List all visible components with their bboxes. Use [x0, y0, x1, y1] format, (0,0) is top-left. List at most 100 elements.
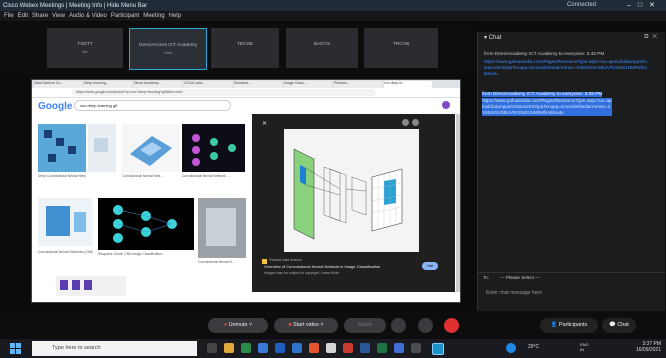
app-icon[interactable] [309, 343, 319, 353]
participants-button[interactable]: 👤 Participants [540, 318, 598, 333]
participant-tile-active[interactable]: DirectAccess ICT Academy Host [129, 28, 207, 70]
participant-tile[interactable]: TECSE [211, 28, 279, 68]
scrollbar[interactable] [456, 114, 460, 292]
result-thumbnail[interactable] [198, 198, 246, 258]
chat-sender-selected: from DirectAcademy ICT Academy to everyo… [482, 92, 603, 97]
browser-tab[interactable]: CCNA Labs... [184, 81, 232, 88]
menu-share[interactable]: Share [32, 13, 48, 19]
menu-meeting[interactable]: Meeting [143, 13, 164, 19]
windows-start-icon[interactable] [10, 343, 21, 354]
chat-message-link[interactable]: https://www.gafoasindia.com/Pages/Resour… [484, 59, 649, 77]
webex-app-icon[interactable] [432, 343, 444, 355]
app-icon[interactable] [241, 343, 251, 353]
participant-role: Host [163, 50, 173, 55]
result-thumbnail[interactable] [38, 198, 93, 246]
result-caption: Response Guide: CNN Image Classification… [98, 252, 165, 256]
task-view-icon[interactable] [207, 343, 217, 353]
google-header: Google cnn deep learning gif [32, 98, 460, 113]
result-thumbnail[interactable] [182, 124, 245, 172]
share-icon[interactable] [402, 119, 409, 126]
image-viewer-panel: ✕ Overview of Convolutional Neural Netwo… [252, 114, 455, 292]
google-logo[interactable]: Google [38, 101, 72, 112]
clock[interactable]: 3:37 PM 16/09/2021 [636, 341, 661, 353]
result-thumbnail[interactable] [38, 124, 86, 172]
app-icon[interactable] [224, 343, 234, 353]
chat-button[interactable]: 💬 Chat [602, 318, 636, 333]
menu-view[interactable]: View [52, 13, 65, 19]
app-icon[interactable] [360, 343, 370, 353]
app-icon[interactable] [377, 343, 387, 353]
window-title: Cisco Webex Meetings | Meeting Info | Hi… [3, 2, 148, 9]
browser-tab[interactable]: Data Science Co... [34, 81, 82, 88]
video-off-icon: ■ [288, 322, 292, 328]
result-thumbnail[interactable] [56, 276, 126, 296]
cnn-diagram-image [284, 129, 419, 252]
app-icon[interactable] [506, 343, 516, 353]
browser-tab[interactable]: Pictures... [334, 81, 382, 88]
close-icon[interactable]: ✕ [652, 34, 661, 40]
app-icon[interactable] [343, 343, 353, 353]
minimize-icon[interactable]: – [627, 2, 638, 9]
app-icon[interactable] [326, 343, 336, 353]
participant-strip: TSDTT Me DirectAccess ICT Academy Host T… [0, 22, 476, 74]
result-thumbnail[interactable] [88, 124, 116, 172]
app-icon[interactable] [275, 343, 285, 353]
participant-tile[interactable]: TSDTT Me [47, 28, 123, 68]
leave-meeting-icon[interactable] [444, 318, 459, 333]
url-field[interactable]: https://www.google.com/search?q=cnn+deep… [72, 89, 376, 96]
avatar[interactable] [442, 101, 450, 109]
participant-tile[interactable]: BADYS [286, 28, 358, 68]
title-bar: Cisco Webex Meetings | Meeting Info | Hi… [0, 0, 666, 11]
to-label: To: [483, 275, 490, 280]
browser-tab[interactable]: Sessions... [234, 81, 282, 88]
maximize-icon[interactable]: □ [638, 2, 649, 9]
search-input[interactable]: cnn deep learning gif [74, 100, 231, 111]
participant-tile[interactable]: TRCVB [364, 28, 438, 68]
browser-tab-active[interactable]: cnn deep le... [384, 81, 432, 88]
result-caption: Convolutional Neural Nets ... [122, 174, 164, 178]
chat-message-link-selected[interactable]: https://www.gafoasindia.com/Pages/Resour… [482, 98, 612, 116]
result-thumbnail[interactable] [98, 198, 194, 250]
close-icon[interactable]: ✕ [649, 2, 662, 9]
menu-audio-video[interactable]: Audio & Video [69, 13, 107, 19]
visit-button[interactable]: Visit [422, 262, 438, 270]
address-bar: https://www.google.com/search?q=cnn+deep… [32, 88, 460, 98]
menu-help[interactable]: Help [169, 13, 181, 19]
app-icon[interactable] [258, 343, 268, 353]
recipient-select[interactable]: — Please Select — [500, 275, 540, 280]
result-caption: Convolutional Neural N... [198, 260, 235, 264]
shared-screen: Data Science Co... Deep learning... Dire… [31, 79, 461, 303]
participant-name: TSDTT [77, 42, 93, 47]
share-button[interactable]: Share [344, 318, 386, 333]
close-icon[interactable]: ✕ [262, 120, 267, 127]
menu-edit[interactable]: Edit [18, 13, 28, 19]
browser-tab[interactable]: Deep learning... [84, 81, 132, 88]
taskbar-search-input[interactable]: Type here to search [32, 341, 197, 356]
record-icon[interactable] [391, 318, 406, 333]
app-icon[interactable] [411, 343, 421, 353]
chat-header: ▾ Chat ⧉✕ [478, 32, 665, 43]
clock-date: 16/09/2021 [635, 347, 661, 353]
result-thumbnail[interactable] [122, 124, 180, 172]
browser-tab[interactable]: Direct Academy... [134, 81, 182, 88]
viewer-title[interactable]: Overview of Convolutional Neural Network… [264, 264, 380, 269]
weather-status[interactable]: 29°C [528, 344, 539, 350]
viewer-source: Towards Data Science [269, 258, 302, 262]
language-indicator[interactable]: ENG IN [580, 342, 589, 352]
start-video-button[interactable]: ■ Start video ˅ [274, 318, 338, 333]
app-icon[interactable] [292, 343, 302, 353]
more-icon[interactable] [412, 119, 419, 126]
window-controls[interactable]: –□✕ [627, 1, 662, 9]
result-caption: Convolutional Neural Network - ... [182, 174, 232, 178]
chat-header-actions[interactable]: ⧉✕ [644, 34, 661, 41]
browser-tab[interactable]: Image Class... [284, 81, 332, 88]
more-options-icon[interactable] [418, 318, 433, 333]
menu-participant[interactable]: Participant [111, 13, 139, 19]
participant-role: Me [82, 49, 88, 54]
menu-file[interactable]: File [4, 13, 14, 19]
chat-input-placeholder: Enter chat message here [486, 290, 542, 296]
unmute-button[interactable]: ● Unmute ˅ [208, 318, 268, 333]
app-icon[interactable] [394, 343, 404, 353]
participants-icon: 👤 [550, 322, 558, 328]
chat-input[interactable]: Enter chat message here [478, 286, 665, 308]
